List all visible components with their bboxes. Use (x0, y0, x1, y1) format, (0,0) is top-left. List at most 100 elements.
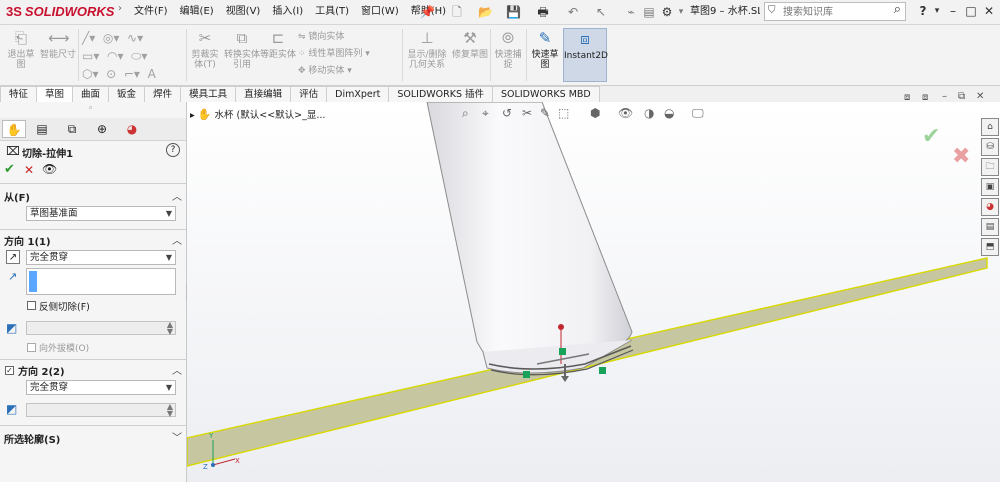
search-input[interactable] (781, 4, 889, 21)
from-group-title[interactable]: 从(F) (4, 189, 30, 204)
expand-arrow-icon[interactable]: ▸ (190, 110, 198, 121)
tab-weldments[interactable]: 焊件 (144, 86, 182, 102)
dimxpert-manager-tab-icon[interactable]: ⊕ (90, 120, 114, 138)
expand-chevron-icon[interactable]: ﹀ (172, 429, 182, 444)
feature-manager-tab-icon[interactable]: ✋ (2, 120, 26, 138)
close-button[interactable]: ✕ (980, 2, 998, 20)
graphics-area[interactable]: Y X Z (187, 102, 1000, 482)
collapse-chevron-icon[interactable]: ︿ (172, 362, 182, 377)
tab-sheet-metal[interactable]: 钣金 (108, 86, 146, 102)
circle-icon[interactable]: ◎▾ (103, 31, 120, 45)
file-explorer-icon[interactable]: 🗀 (981, 158, 999, 176)
custom-properties-icon[interactable]: ▤ (981, 218, 999, 236)
undo-icon[interactable]: ↶ (566, 5, 580, 19)
sketch-point-handle[interactable] (523, 371, 530, 378)
search-box[interactable]: ⛉ ⌕ (764, 2, 906, 21)
display-manager-tab-icon[interactable]: ◕ (120, 120, 144, 138)
linear-pattern-item[interactable]: ⁘ 线性草图阵列 ▾ (298, 46, 398, 63)
configuration-manager-tab-icon[interactable]: ⧉ (60, 120, 84, 138)
direction1-group-title[interactable]: 方向 1(1) (4, 233, 51, 248)
appearances-icon[interactable]: ◕ (981, 198, 999, 216)
tab-dimxpert[interactable]: DimXpert (326, 86, 390, 102)
new-document-icon[interactable]: 🗋 (450, 5, 464, 19)
direction2-group-title[interactable]: 方向 2(2) (18, 363, 65, 378)
sketch-point-handle[interactable] (559, 348, 566, 355)
viewport-restore-left-icon[interactable]: ⧈ (904, 92, 910, 103)
move-entities-item[interactable]: ✥ 移动实体 ▾ (298, 63, 398, 80)
home-icon[interactable]: ⌂ (981, 118, 999, 136)
zoom-area-icon[interactable]: ⌖ (482, 106, 489, 121)
section-view-icon[interactable]: ✂ (522, 106, 532, 120)
offset-entities-button[interactable]: ⊏ 等距实体 (260, 28, 296, 82)
save-icon[interactable]: 💾 (506, 5, 521, 19)
draft-outward-checkbox[interactable] (27, 343, 36, 352)
smart-dimension-button[interactable]: ⟷ 智能尺寸 (40, 28, 76, 82)
instant2d-button[interactable]: ⧈ Instant2D (563, 28, 608, 82)
draft-angle-spinner[interactable]: ▲ ▼ (26, 321, 176, 336)
reverse-direction-icon[interactable]: ↗ (6, 250, 20, 264)
zoom-to-fit-icon[interactable]: ⌕ (462, 106, 469, 121)
feature-tree-flyout[interactable]: ▸ ✋ 水杯 (默认<<默认>_显... (190, 107, 325, 121)
resources-icon[interactable]: ⛁ (981, 138, 999, 156)
tab-surfaces[interactable]: 曲面 (72, 86, 110, 102)
cancel-x-icon[interactable]: ✕ (24, 163, 34, 177)
restore-button[interactable]: □ (962, 2, 980, 20)
menu-view[interactable]: 视图(V) (220, 0, 267, 24)
tab-features[interactable]: 特征 (0, 86, 38, 102)
triad-y-handle[interactable] (558, 324, 564, 330)
apply-scene-icon[interactable]: ◒ (664, 106, 674, 120)
trim-button[interactable]: ✂ 剪裁实体(T) (188, 28, 222, 82)
search-scope-icon[interactable]: ⛉ (768, 5, 776, 16)
options-gear-icon[interactable]: ⚙ (660, 5, 674, 19)
direction2-end-dropdown[interactable]: 完全贯穿 ▼ (26, 380, 176, 395)
hide-show-items-icon[interactable]: 👁 (618, 106, 633, 120)
confirm-cancel-icon[interactable]: ✖ (952, 144, 970, 169)
collapse-chevron-icon[interactable]: ︿ (172, 188, 182, 203)
view-settings-icon[interactable]: 🖵 (692, 106, 704, 121)
select-arrow-icon[interactable]: ↖ (594, 5, 608, 19)
viewport-minimize-icon[interactable]: – (942, 91, 947, 102)
help-icon[interactable]: ? (166, 143, 180, 157)
tab-solidworks-addins[interactable]: SOLIDWORKS 插件 (388, 86, 494, 102)
tab-direct-editing[interactable]: 直接编辑 (235, 86, 292, 102)
view-orientation-icon[interactable]: ⬚ (558, 106, 569, 120)
collapse-chevron-icon[interactable]: ︿ (172, 232, 182, 247)
flip-side-checkbox[interactable] (27, 301, 36, 310)
options-chevron-icon[interactable]: ▾ (674, 5, 688, 19)
menu-insert[interactable]: 插入(I) (266, 0, 309, 24)
fillet-icon[interactable]: ⌐▾ (124, 67, 140, 81)
end-condition-dropdown[interactable]: 完全贯穿 ▼ (26, 250, 176, 265)
from-dropdown[interactable]: 草图基准面 ▼ (26, 206, 176, 221)
previous-view-icon[interactable]: ↺ (502, 106, 512, 120)
ok-check-icon[interactable]: ✔ (4, 162, 15, 177)
edit-appearance-icon[interactable]: ◑ (644, 106, 654, 120)
viewport-restore-right-icon[interactable]: ⧈ (922, 92, 928, 103)
direction-selection-box[interactable] (26, 268, 176, 295)
panel-grip-icon[interactable]: ◦ (88, 104, 93, 114)
search-icon[interactable]: ⌕ (894, 2, 901, 17)
viewport-maximize-icon[interactable]: ⧉ (958, 91, 965, 102)
line-icon[interactable]: ╱▾ (82, 31, 95, 45)
polygon-icon[interactable]: ⬡▾ (82, 67, 99, 81)
point-icon[interactable]: ⊙ (106, 67, 116, 81)
arc-icon[interactable]: ◠▾ (107, 49, 124, 63)
model-viewport[interactable]: Y X Z (187, 102, 1000, 482)
menu-window[interactable]: 窗口(W) (355, 0, 405, 24)
open-folder-icon[interactable]: 📂 (478, 5, 493, 19)
display-style-icon[interactable]: ⬢ (590, 106, 600, 120)
ellipse-icon[interactable]: ⬭▾ (131, 49, 147, 63)
preview-eye-icon[interactable]: 👁 (42, 162, 57, 176)
sketch-point-handle[interactable] (599, 367, 606, 374)
menu-edit[interactable]: 编辑(E) (174, 0, 220, 24)
tab-mold-tools[interactable]: 模具工具 (180, 86, 237, 102)
view-palette-icon[interactable]: ▣ (981, 178, 999, 196)
exit-sketch-button[interactable]: ⎗ 退出草图 (4, 28, 38, 82)
tab-solidworks-mbd[interactable]: SOLIDWORKS MBD (492, 86, 600, 102)
menu-file[interactable]: 文件(F) (128, 0, 174, 24)
dynamic-annotation-icon[interactable]: ✎ (540, 106, 550, 120)
rectangle-icon[interactable]: ▭▾ (82, 49, 99, 63)
direction2-checkbox[interactable]: ✓ (5, 366, 14, 375)
mirror-entities-item[interactable]: ⇋ 镜向实体 (298, 29, 398, 46)
quick-snaps-button[interactable]: ⦾ 快速捕捉 (492, 28, 524, 82)
selected-contours-group-title[interactable]: 所选轮廓(S) (4, 431, 60, 446)
